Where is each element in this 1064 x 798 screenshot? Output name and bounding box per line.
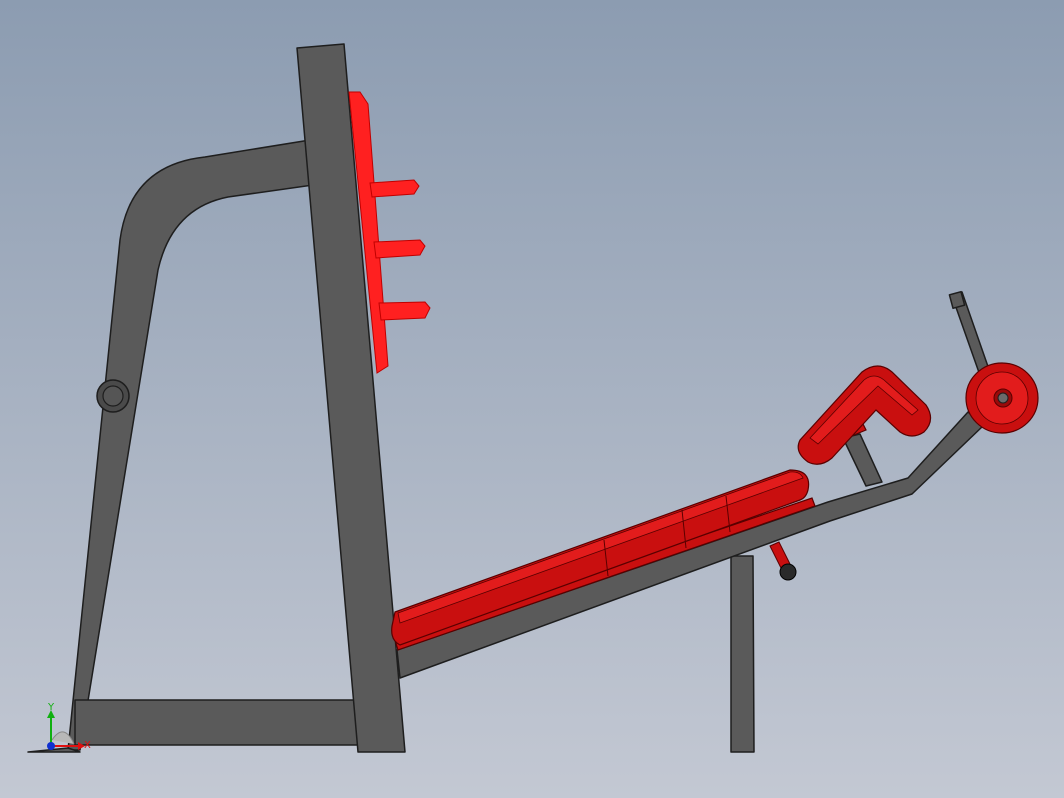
roller-rod-cap [948,290,966,310]
foot-roller [965,362,1039,434]
plate-holder-peg-3 [378,301,431,321]
pivot-knob [96,379,130,413]
plate-holder-peg-1 [369,179,420,198]
adjustment-pin-knob [779,563,797,581]
frame-support-leg [730,555,755,753]
triad-x-label: X [84,740,91,751]
cad-viewport[interactable]: Y X [0,0,1064,798]
frame-base-bar [74,699,361,746]
model-canvas[interactable]: Y X [0,0,1064,798]
triad-y-label: Y [47,702,55,713]
triad-z-axis [47,742,55,750]
plate-holder-peg-2 [373,239,426,259]
